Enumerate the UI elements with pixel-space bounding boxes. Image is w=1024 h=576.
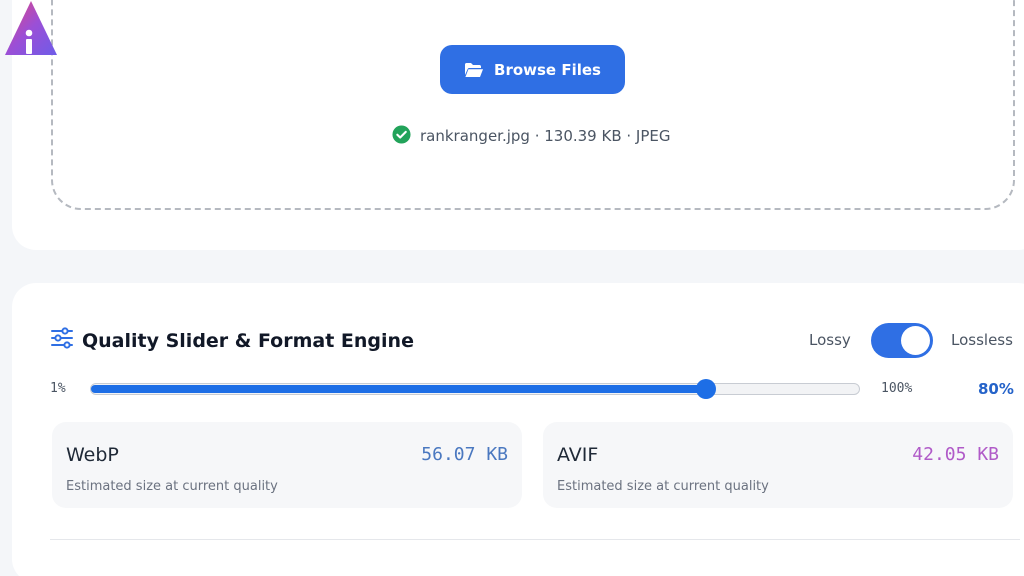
lossy-label: Lossy xyxy=(809,331,851,349)
folder-open-icon xyxy=(464,62,484,78)
slider-min-label: 1% xyxy=(50,381,66,396)
toggle-knob xyxy=(901,326,930,355)
browse-files-label: Browse Files xyxy=(494,60,601,79)
format-name: WebP xyxy=(66,444,119,466)
lossless-label: Lossless xyxy=(951,331,1013,349)
file-dropzone[interactable] xyxy=(51,0,1015,210)
lossless-toggle[interactable] xyxy=(871,323,933,358)
selected-file-info: rankranger.jpg · 130.39 KB · JPEG xyxy=(392,124,671,148)
slider-max-label: 100% xyxy=(881,381,913,396)
browse-files-button[interactable]: Browse Files xyxy=(440,45,625,94)
avif-estimate-card: AVIF 42.05 KB Estimated size at current … xyxy=(543,422,1013,508)
check-circle-icon xyxy=(392,124,411,148)
format-size: 42.05 KB xyxy=(912,444,999,465)
format-caption: Estimated size at current quality xyxy=(557,479,769,494)
format-caption: Estimated size at current quality xyxy=(66,479,278,494)
format-name: AVIF xyxy=(557,444,599,466)
file-info-text: rankranger.jpg · 130.39 KB · JPEG xyxy=(420,127,671,145)
format-size: 56.07 KB xyxy=(421,444,508,465)
section-divider xyxy=(50,539,1020,540)
slider-thumb[interactable] xyxy=(696,379,716,399)
quality-value: 80% xyxy=(978,380,1014,398)
sliders-icon xyxy=(50,327,74,354)
quality-title: Quality Slider & Format Engine xyxy=(82,329,414,352)
app-logo[interactable] xyxy=(4,0,58,56)
quality-header: Quality Slider & Format Engine xyxy=(50,327,414,354)
webp-estimate-card: WebP 56.07 KB Estimated size at current … xyxy=(52,422,522,508)
slider-fill xyxy=(91,385,706,393)
quality-slider[interactable] xyxy=(90,379,860,399)
page: Browse Files rankranger.jpg · 130.39 KB … xyxy=(0,0,1024,576)
